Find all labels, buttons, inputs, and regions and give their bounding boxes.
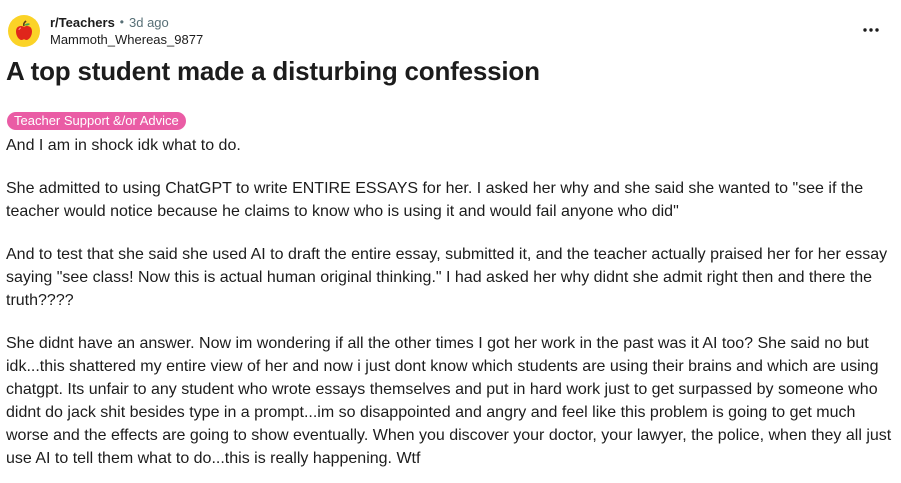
body-paragraph: She didnt have an answer. Now im wonderi… [6,335,892,467]
author-link[interactable]: Mammoth_Whereas_9877 [50,31,203,48]
post-header: r/Teachers • 3d ago Mammoth_Whereas_9877 [8,12,203,50]
post-meta: r/Teachers • 3d ago Mammoth_Whereas_9877 [50,14,203,48]
meta-separator: • [119,15,124,29]
post-title: A top student made a disturbing confessi… [6,56,540,86]
post-time: 3d ago [129,15,169,30]
more-options-icon [863,28,879,32]
subreddit-avatar[interactable] [8,15,40,47]
post-flair[interactable]: Teacher Support &/or Advice [7,112,186,130]
more-options-button[interactable] [859,18,883,42]
meta-top-line: r/Teachers • 3d ago [50,14,203,31]
body-paragraph: And I am in shock idk what to do. [6,137,241,154]
post: r/Teachers • 3d ago Mammoth_Whereas_9877… [0,0,901,483]
subreddit-link[interactable]: r/Teachers [50,14,115,31]
apple-icon [16,20,32,40]
body-paragraph: And to test that she said she used AI to… [6,246,888,309]
post-body: And I am in shock idk what to do. She ad… [6,134,892,483]
body-paragraph: She admitted to using ChatGPT to write E… [6,180,864,220]
